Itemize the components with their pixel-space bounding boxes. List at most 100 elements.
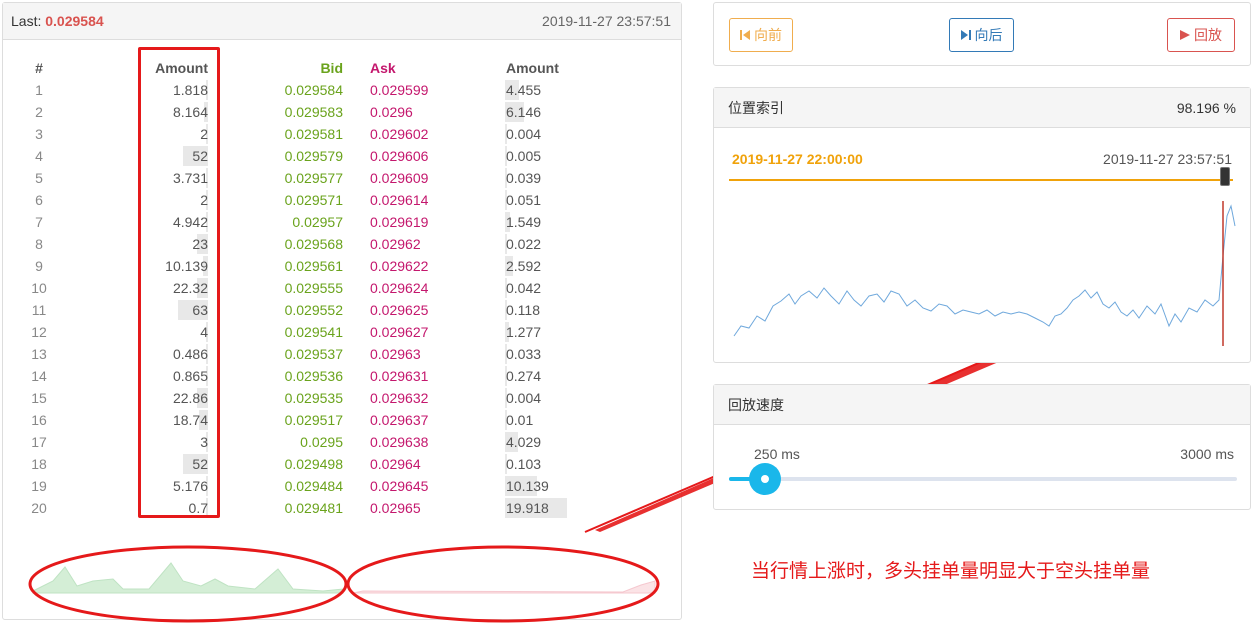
orderbook-panel: Last: 0.029584 2019-11-27 23:57:51 # Amo… — [2, 2, 682, 620]
row-bid: 0.029517 — [284, 412, 343, 428]
position-percent: 98.196 % — [1176, 99, 1236, 116]
row-amount-ask: 1.549 — [506, 214, 542, 230]
row-ask: 0.02962 — [370, 236, 421, 252]
row-idx: 1 — [35, 82, 43, 98]
row-bid: 0.029552 — [284, 302, 343, 318]
row-bid: 0.02957 — [292, 214, 343, 230]
row-amount-ask: 2.592 — [506, 258, 542, 274]
row-idx: 11 — [31, 302, 47, 318]
row-bid: 0.029555 — [284, 280, 343, 296]
row-bid: 0.029571 — [284, 192, 343, 208]
step-back-icon — [740, 30, 750, 40]
col-bid: Bid — [320, 60, 343, 76]
end-time: 2019-11-27 23:57:51 — [1103, 151, 1232, 167]
row-ask: 0.02964 — [370, 456, 421, 472]
row-idx: 2 — [35, 104, 43, 120]
row-amount-ask: 19.918 — [506, 500, 549, 516]
price-line — [733, 204, 1236, 337]
replay-label: 回放 — [1194, 27, 1222, 43]
row-ask: 0.0296 — [370, 104, 413, 120]
prev-label: 向前 — [754, 27, 782, 43]
row-bid: 0.0295 — [300, 434, 343, 450]
row-ask: 0.029609 — [370, 170, 429, 186]
row-bid: 0.029584 — [284, 82, 343, 98]
row-idx: 9 — [35, 258, 43, 274]
position-track[interactable] — [729, 179, 1233, 181]
row-ask: 0.029624 — [370, 280, 429, 296]
row-bid: 0.029583 — [284, 104, 343, 120]
prev-button[interactable]: 向前 — [729, 18, 793, 52]
row-amount-ask: 0.004 — [506, 126, 542, 142]
speed-track[interactable] — [729, 477, 1237, 481]
row-amount-ask: 0.01 — [506, 412, 534, 428]
row-bid: 0.029581 — [284, 126, 343, 142]
row-amount-ask: 4.455 — [506, 82, 542, 98]
next-button[interactable]: 向后 — [949, 18, 1014, 52]
row-idx: 19 — [31, 478, 47, 494]
row-ask: 0.02963 — [370, 346, 421, 362]
row-idx: 12 — [31, 324, 47, 340]
row-idx: 20 — [31, 500, 47, 516]
row-bid: 0.029481 — [284, 500, 343, 516]
col-ask: Ask — [370, 60, 396, 76]
play-icon — [1180, 30, 1190, 40]
row-bid: 0.029535 — [284, 390, 343, 406]
row-bid: 0.029484 — [284, 478, 343, 494]
row-amount-ask: 4.029 — [506, 434, 542, 450]
position-panel: 位置索引 98.196 % 2019-11-27 22:00:00 2019-1… — [713, 87, 1251, 363]
position-title: 位置索引 — [728, 99, 784, 116]
row-amount-ask: 0.039 — [506, 170, 542, 186]
row-idx: 15 — [31, 390, 47, 406]
start-time: 2019-11-27 22:00:00 — [732, 151, 863, 167]
row-ask: 0.029645 — [370, 478, 429, 494]
row-bid: 0.029561 — [284, 258, 343, 274]
row-bid: 0.029568 — [284, 236, 343, 252]
row-idx: 16 — [31, 412, 47, 428]
speed-panel: 回放速度 250 ms 3000 ms — [713, 384, 1251, 510]
row-idx: 10 — [31, 280, 47, 296]
speed-handle-dot — [760, 475, 769, 483]
row-amount-ask: 0.103 — [506, 456, 542, 472]
row-ask: 0.029619 — [370, 214, 429, 230]
price-history-chart — [733, 201, 1236, 346]
row-ask: 0.029602 — [370, 126, 429, 142]
speed-handle[interactable] — [748, 463, 781, 495]
row-ask: 0.029622 — [370, 258, 429, 274]
row-bid: 0.029498 — [284, 456, 343, 472]
row-amount-ask: 0.033 — [506, 346, 542, 362]
row-idx: 7 — [35, 214, 43, 230]
row-amount-ask: 0.274 — [506, 368, 542, 384]
speed-title: 回放速度 — [728, 396, 784, 413]
row-ask: 0.029614 — [370, 192, 429, 208]
amount-highlight-box — [138, 47, 220, 518]
row-amount-ask: 10.139 — [506, 478, 549, 494]
row-ask: 0.02965 — [370, 500, 421, 516]
row-amount-ask: 0.042 — [506, 280, 542, 296]
replay-button[interactable]: 回放 — [1167, 18, 1235, 52]
row-idx: 18 — [31, 456, 47, 472]
col-amount-ask: Amount — [506, 60, 559, 76]
speed-max: 3000 ms — [1180, 446, 1234, 462]
annotation-text: 当行情上涨时，多头挂单量明显大于空头挂单量 — [751, 561, 1151, 582]
row-ask: 0.029638 — [370, 434, 429, 450]
row-idx: 6 — [35, 192, 43, 208]
position-header: 位置索引 98.196 % — [714, 88, 1250, 128]
row-ask: 0.029606 — [370, 148, 429, 164]
row-idx: 4 — [35, 148, 43, 164]
row-amount-ask: 0.051 — [506, 192, 542, 208]
row-amount-ask: 1.277 — [506, 324, 542, 340]
row-ask: 0.029627 — [370, 324, 429, 340]
row-amount-ask: 0.005 — [506, 148, 542, 164]
row-bid: 0.029579 — [284, 148, 343, 164]
ask-depth-area — [352, 580, 656, 594]
depth-sparkline — [32, 562, 656, 594]
row-ask: 0.029599 — [370, 82, 429, 98]
row-bid: 0.029536 — [284, 368, 343, 384]
speed-current: 250 ms — [754, 446, 800, 462]
row-amount-ask: 6.146 — [506, 104, 542, 120]
row-ask: 0.029625 — [370, 302, 429, 318]
row-amount-ask: 0.004 — [506, 390, 542, 406]
position-handle[interactable] — [1219, 167, 1230, 186]
row-idx: 14 — [31, 368, 47, 384]
next-label: 向后 — [974, 27, 1003, 43]
